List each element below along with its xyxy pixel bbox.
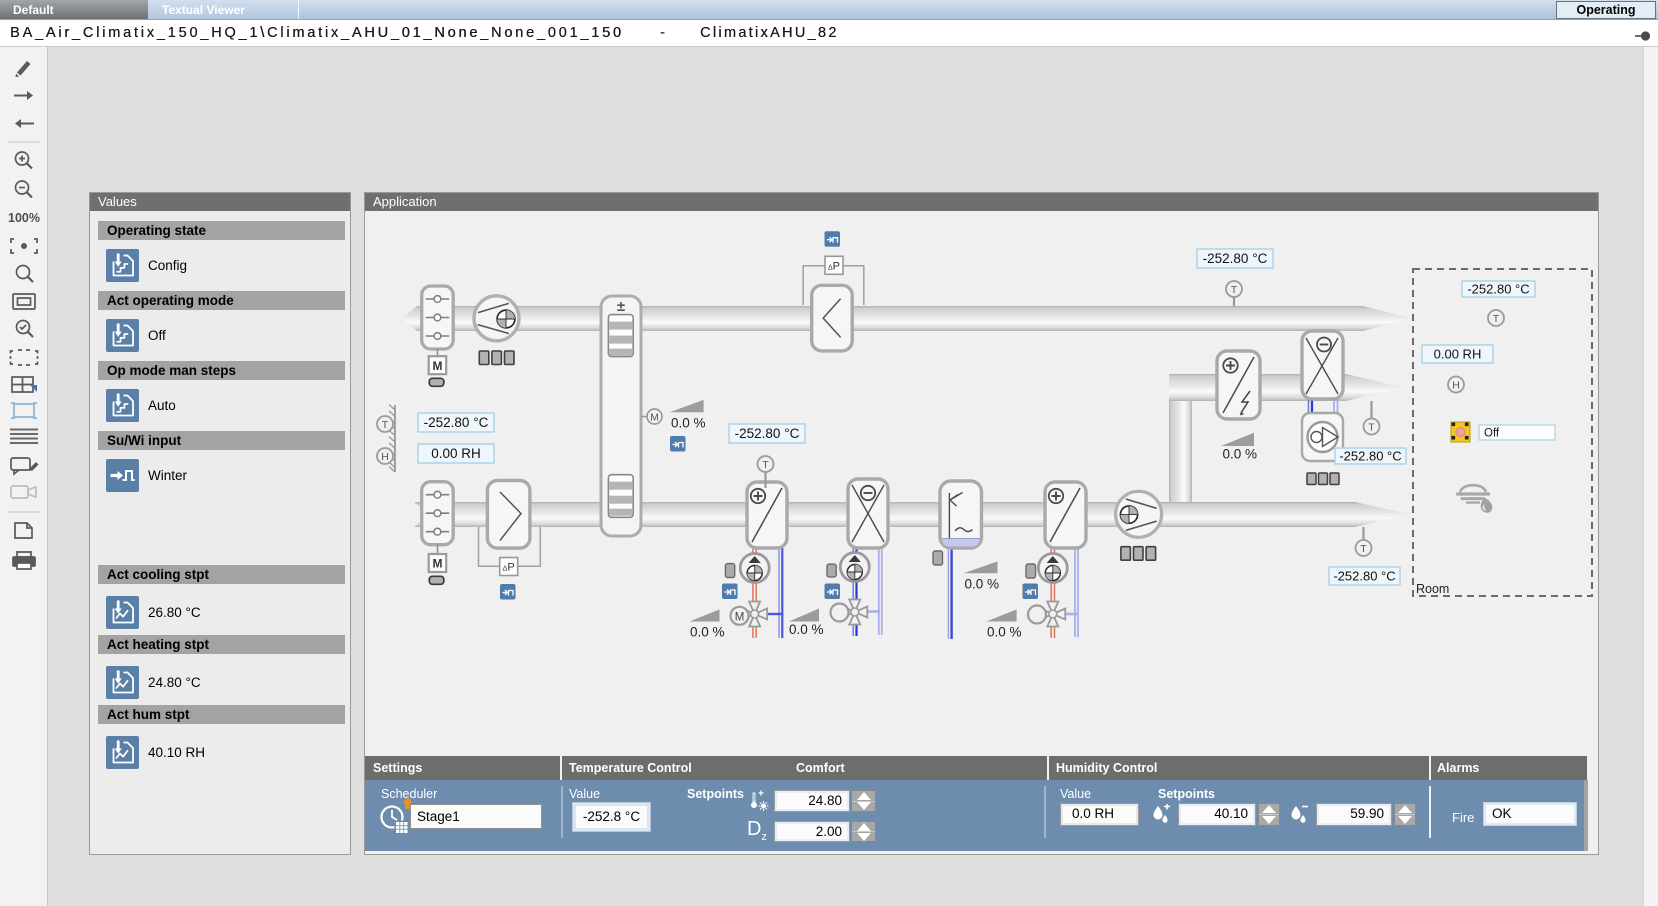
svg-text:H: H (381, 451, 389, 463)
svg-text:T: T (1360, 543, 1367, 555)
svg-text:0.0 %: 0.0 % (789, 622, 824, 637)
svg-text:0.00 RH: 0.00 RH (1434, 347, 1482, 362)
svg-text:Off: Off (1484, 428, 1500, 440)
svg-text:-252.80 °C: -252.80 °C (1203, 251, 1268, 266)
svg-text:100%: 100% (8, 211, 40, 225)
svg-text:0.0 %: 0.0 % (987, 625, 1022, 640)
svg-text:-252.80 °C: -252.80 °C (1339, 449, 1401, 464)
svg-text:0.0 %: 0.0 % (690, 625, 725, 640)
svg-text:0.0 %: 0.0 % (671, 416, 706, 431)
svg-text:-252.80 °C: -252.80 °C (424, 415, 489, 430)
svg-text:T: T (762, 459, 769, 471)
svg-text:M: M (650, 412, 659, 424)
svg-text:T: T (1368, 422, 1375, 434)
svg-text:±: ± (617, 298, 625, 315)
svg-text:Room: Room (1416, 582, 1449, 596)
svg-text:-252.80 °C: -252.80 °C (1333, 569, 1395, 584)
svg-text:-252.80 °C: -252.80 °C (1467, 282, 1529, 297)
svg-text:T: T (1493, 313, 1500, 325)
svg-text:-252.80 °C: -252.80 °C (735, 426, 800, 441)
svg-text:H: H (1452, 380, 1460, 392)
svg-text:0.00 RH: 0.00 RH (431, 446, 481, 461)
svg-text:T: T (1231, 284, 1238, 296)
svg-text:0.0 %: 0.0 % (965, 577, 1000, 592)
svg-text:M: M (735, 611, 745, 623)
svg-text:T: T (382, 419, 389, 431)
svg-text:0.0 %: 0.0 % (1223, 447, 1258, 462)
